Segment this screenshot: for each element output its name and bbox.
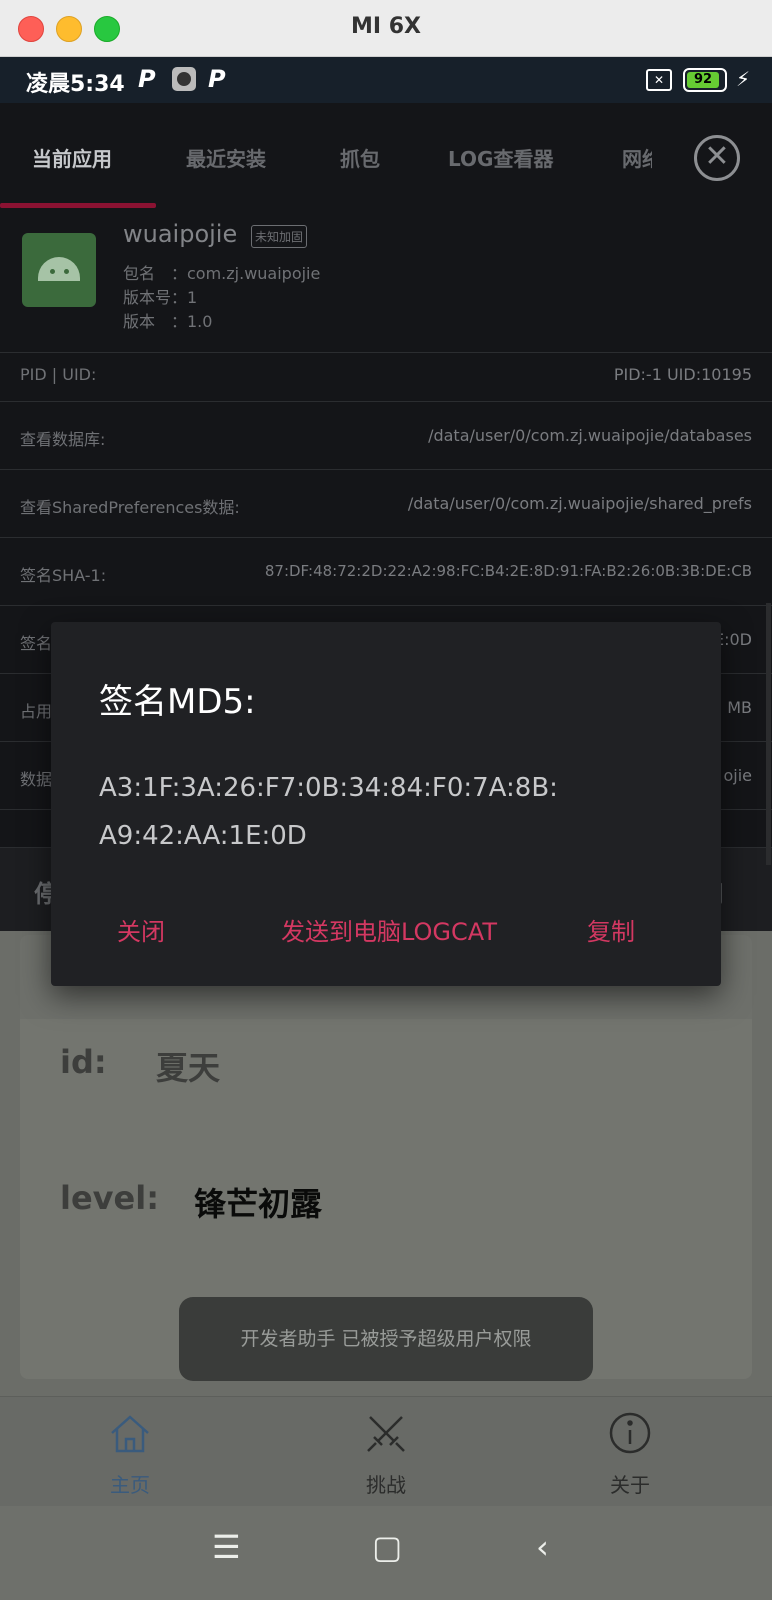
row-label: 签名SHA-1:	[20, 566, 107, 585]
package-name: 包名 ：com.zj.wuaipojie	[123, 264, 321, 283]
info-row-shared-prefs[interactable]: 查看SharedPreferences数据: /data/user/0/com.…	[0, 469, 772, 538]
info-row-database[interactable]: 查看数据库: /data/user/0/com.zj.wuaipojie/dat…	[0, 401, 772, 470]
crossed-swords-icon	[367, 1416, 405, 1452]
info-row-sha1[interactable]: 签名SHA-1: 87:DF:48:72:2D:22:A2:98:FC:B4:2…	[0, 537, 772, 606]
md5-dialog: 签名MD5: A3:1F:3A:26:F7:0B:34:84:F0:7A:8B:…	[51, 622, 721, 986]
row-label: 数据	[20, 770, 53, 789]
bottom-nav: 主页 挑战 关于	[0, 1396, 772, 1507]
version-code: 版本号：1	[123, 288, 198, 307]
charging-icon: ⚡	[736, 67, 751, 91]
md5-value: A3:1F:3A:26:F7:0B:34:84:F0:7A:8B:A9:42:A…	[99, 773, 558, 851]
app-notification-icon	[172, 67, 196, 91]
battery-icon: 92	[683, 68, 727, 92]
nav-home[interactable]: 主页	[70, 1397, 190, 1507]
tab-capture[interactable]: 抓包	[340, 143, 380, 172]
send-to-logcat-button[interactable]: 发送到电脑LOGCAT	[281, 912, 497, 947]
info-row-pid[interactable]: PID | UID: PID:-1 UID:10195	[0, 352, 772, 402]
row-value: PID:-1 UID:10195	[613, 365, 752, 384]
row-value: /data/user/0/com.zj.wuaipojie/shared_pre…	[407, 494, 752, 513]
level-value: 锋芒初露	[194, 1185, 323, 1223]
row-value: MB	[727, 698, 752, 717]
id-value: 夏天	[156, 1049, 221, 1087]
row-label: PID | UID:	[20, 365, 97, 384]
system-nav-bar: ☰ ▢ ‹	[0, 1506, 772, 1600]
back-icon[interactable]: ‹	[536, 1528, 549, 1566]
menu-icon[interactable]: ☰	[212, 1528, 241, 1566]
protection-badge: 未知加固	[251, 225, 308, 248]
window-title-bar: MI 6X	[0, 0, 772, 57]
dialog-title: 签名MD5:	[99, 682, 256, 722]
row-value: 87:DF:48:72:2D:22:A2:98:FC:B4:2E:8D:91:F…	[264, 562, 752, 580]
id-label: id:	[60, 1043, 107, 1081]
nav-about[interactable]: 关于	[570, 1397, 690, 1507]
status-bar: 凌晨5:34 P P ✕ 92 ⚡	[0, 57, 772, 103]
row-label: 查看SharedPreferences数据:	[20, 498, 240, 517]
row-label: 签名	[20, 634, 53, 653]
tab-current-app[interactable]: 当前应用	[32, 143, 112, 172]
tab-indicator	[0, 203, 156, 208]
android-app-icon	[22, 233, 96, 307]
level-label: level:	[60, 1179, 159, 1217]
nav-label: 挑战	[366, 1473, 406, 1497]
scrollbar[interactable]	[766, 603, 771, 865]
window-title: MI 6X	[350, 14, 421, 39]
status-time: 凌晨5:34	[26, 72, 125, 97]
parking-icon: P	[208, 65, 226, 93]
app-name: wuaipojie	[123, 220, 238, 248]
no-sim-icon: ✕	[646, 69, 672, 91]
tab-network[interactable]: 网络	[622, 147, 652, 171]
copy-button[interactable]: 复制	[587, 912, 635, 947]
nav-label: 主页	[110, 1473, 150, 1497]
nav-challenge[interactable]: 挑战	[326, 1397, 446, 1507]
row-label: 占用	[20, 702, 53, 721]
tab-log-viewer[interactable]: LOG查看器	[448, 143, 553, 172]
nav-label: 关于	[610, 1473, 650, 1497]
close-button[interactable]: 关闭	[117, 912, 165, 947]
home-icon	[111, 1415, 149, 1453]
row-value: /data/user/0/com.zj.wuaipojie/databases	[428, 426, 752, 445]
row-label: 查看数据库:	[20, 430, 106, 449]
parking-icon: P	[138, 65, 156, 93]
battery-level: 92	[687, 72, 719, 88]
tab-recent-installs[interactable]: 最近安装	[186, 143, 266, 172]
row-value: ojie	[723, 766, 752, 785]
tab-bar: 当前应用 最近安装 抓包 LOG查看器 网络 ✕	[0, 103, 772, 208]
root-granted-toast: 开发者助手 已被授予超级用户权限	[179, 1297, 593, 1381]
info-icon	[609, 1412, 651, 1454]
home-button-icon[interactable]: ▢	[372, 1528, 402, 1566]
close-icon[interactable]: ✕	[694, 135, 740, 181]
version-name: 版本 ：1.0	[123, 312, 213, 331]
